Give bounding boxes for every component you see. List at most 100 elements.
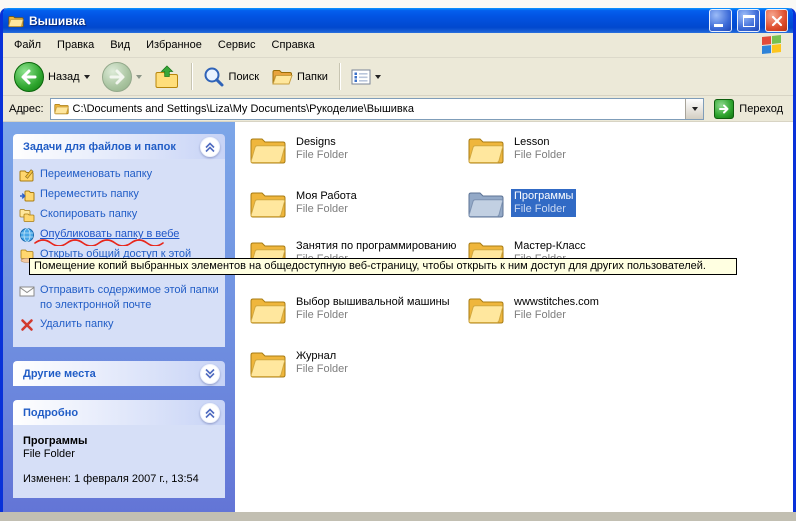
file-item-zhurnal[interactable]: ЖурналFile Folder	[249, 348, 463, 379]
menu-item-tools[interactable]: Сервис	[210, 36, 264, 54]
file-list-area[interactable]: DesignsFile Folder LessonFile Folder Моя…	[235, 122, 793, 512]
file-type: File Folder	[296, 309, 450, 322]
desktop-strip	[0, 512, 796, 521]
task-label: Отправить содержимое этой папки по элект…	[40, 283, 221, 313]
collapse-chevron-icon[interactable]	[200, 137, 220, 157]
copy-folder-icon	[19, 207, 35, 223]
file-name: Выбор вышивальной машины	[296, 296, 450, 309]
file-item-programmy-selected[interactable]: ПрограммыFile Folder	[467, 188, 681, 219]
standard-buttons-toolbar: Назад Поиск	[3, 58, 793, 96]
close-icon	[769, 13, 785, 29]
window-title: Вышивка	[29, 14, 704, 28]
toolbar-separator	[339, 63, 340, 90]
folder-icon	[249, 348, 287, 379]
back-label: Назад	[48, 71, 80, 83]
address-path: C:\Documents and Settings\Liza\My Docume…	[73, 103, 682, 115]
menu-item-edit[interactable]: Правка	[49, 36, 102, 54]
search-button[interactable]: Поиск	[198, 63, 264, 91]
file-type: File Folder	[514, 203, 573, 216]
task-copy-folder[interactable]: Скопировать папку	[19, 207, 221, 223]
file-item-lesson[interactable]: LessonFile Folder	[467, 134, 681, 165]
folder-icon	[249, 188, 287, 219]
task-publish-folder-to-web[interactable]: Опубликовать папку в вебе	[19, 227, 221, 243]
collapse-chevron-icon[interactable]	[200, 403, 220, 423]
folders-button[interactable]: Папки	[266, 65, 333, 89]
go-arrow-icon	[714, 99, 734, 119]
selected-folder-icon	[467, 188, 505, 219]
close-button[interactable]	[765, 9, 788, 32]
other-places-title: Другие места	[23, 368, 96, 380]
address-dropdown-button[interactable]	[685, 99, 703, 119]
forward-dropdown-icon	[136, 75, 142, 79]
file-item-moya-rabota[interactable]: Моя РаботаFile Folder	[249, 188, 463, 219]
details-item-name: Программы	[23, 435, 215, 448]
task-label: Переименовать папку	[40, 167, 152, 182]
panel-file-folder-tasks: Задачи для файлов и папок Переименовать …	[13, 134, 225, 347]
panel-details: Подробно Программы File Folder Изменен: …	[13, 400, 225, 498]
tasks-panel-title: Задачи для файлов и папок	[23, 141, 176, 153]
forward-button[interactable]	[97, 59, 147, 95]
menu-item-help[interactable]: Справка	[264, 36, 323, 54]
search-icon	[203, 66, 225, 88]
folder-icon	[249, 294, 287, 325]
details-item-type: File Folder	[23, 448, 215, 461]
file-name: Lesson	[514, 136, 566, 149]
views-button[interactable]	[346, 66, 386, 88]
menu-item-view[interactable]: Вид	[102, 36, 138, 54]
explorer-window: Вышивка Файл Правка Вид Избранное Сервис…	[0, 8, 796, 512]
file-name: Моя Работа	[296, 190, 357, 203]
title-bar: Вышивка	[3, 8, 793, 33]
task-label: Опубликовать папку в вебе	[40, 227, 179, 242]
file-name: Журнал	[296, 350, 348, 363]
views-icon	[351, 69, 371, 85]
address-folder-icon	[54, 102, 69, 115]
other-places-header[interactable]: Другие места	[13, 361, 225, 386]
details-panel-header[interactable]: Подробно	[13, 400, 225, 425]
task-delete-folder[interactable]: Удалить папку	[19, 317, 221, 333]
folders-label: Папки	[297, 71, 328, 83]
back-button[interactable]: Назад	[9, 59, 95, 95]
back-dropdown-icon	[84, 75, 90, 79]
up-button[interactable]	[149, 62, 185, 92]
up-folder-icon	[154, 65, 180, 89]
details-panel-title: Подробно	[23, 407, 78, 419]
content-area: Задачи для файлов и папок Переименовать …	[3, 122, 793, 512]
file-item-vybor-mashiny[interactable]: Выбор вышивальной машиныFile Folder	[249, 294, 463, 325]
window-folder-icon[interactable]	[8, 14, 24, 28]
expand-chevron-icon[interactable]	[200, 364, 220, 384]
task-label: Переместить папку	[40, 187, 139, 202]
minimize-button[interactable]	[709, 9, 732, 32]
folder-icon	[467, 134, 505, 165]
address-bar: Адрес: C:\Documents and Settings\Liza\My…	[3, 96, 793, 122]
toolbar-separator	[191, 63, 192, 90]
file-name: Designs	[296, 136, 348, 149]
task-move-folder[interactable]: Переместить папку	[19, 187, 221, 203]
dropdown-caret-icon	[692, 107, 698, 111]
task-pane-sidebar: Задачи для файлов и папок Переименовать …	[3, 122, 235, 512]
file-item-wwwstitches[interactable]: wwwstitches.comFile Folder	[467, 294, 681, 325]
file-item-designs[interactable]: DesignsFile Folder	[249, 134, 463, 165]
task-rename-folder[interactable]: Переименовать папку	[19, 167, 221, 183]
maximize-button[interactable]	[737, 9, 760, 32]
file-type: File Folder	[296, 149, 348, 162]
publish-web-icon	[19, 227, 35, 243]
menu-item-file[interactable]: Файл	[6, 36, 49, 54]
folder-icon	[249, 134, 287, 165]
move-folder-icon	[19, 187, 35, 203]
email-icon	[19, 283, 35, 299]
panel-other-places: Другие места	[13, 361, 225, 386]
task-label: Удалить папку	[40, 317, 114, 332]
tasks-panel-header[interactable]: Задачи для файлов и папок	[13, 134, 225, 159]
go-button[interactable]: Переход	[710, 99, 787, 119]
views-dropdown-icon	[375, 75, 381, 79]
windows-logo-icon	[762, 35, 782, 55]
back-icon	[14, 62, 44, 92]
tasks-panel-body: Переименовать папку Переместить папку	[13, 159, 225, 347]
address-input[interactable]: C:\Documents and Settings\Liza\My Docume…	[50, 98, 705, 120]
task-label: Скопировать папку	[40, 207, 137, 222]
rename-folder-icon	[19, 167, 35, 183]
menu-item-favorites[interactable]: Избранное	[138, 36, 210, 54]
maximize-icon	[743, 15, 755, 27]
search-label: Поиск	[229, 71, 259, 83]
task-email-folder-contents[interactable]: Отправить содержимое этой папки по элект…	[19, 283, 221, 313]
